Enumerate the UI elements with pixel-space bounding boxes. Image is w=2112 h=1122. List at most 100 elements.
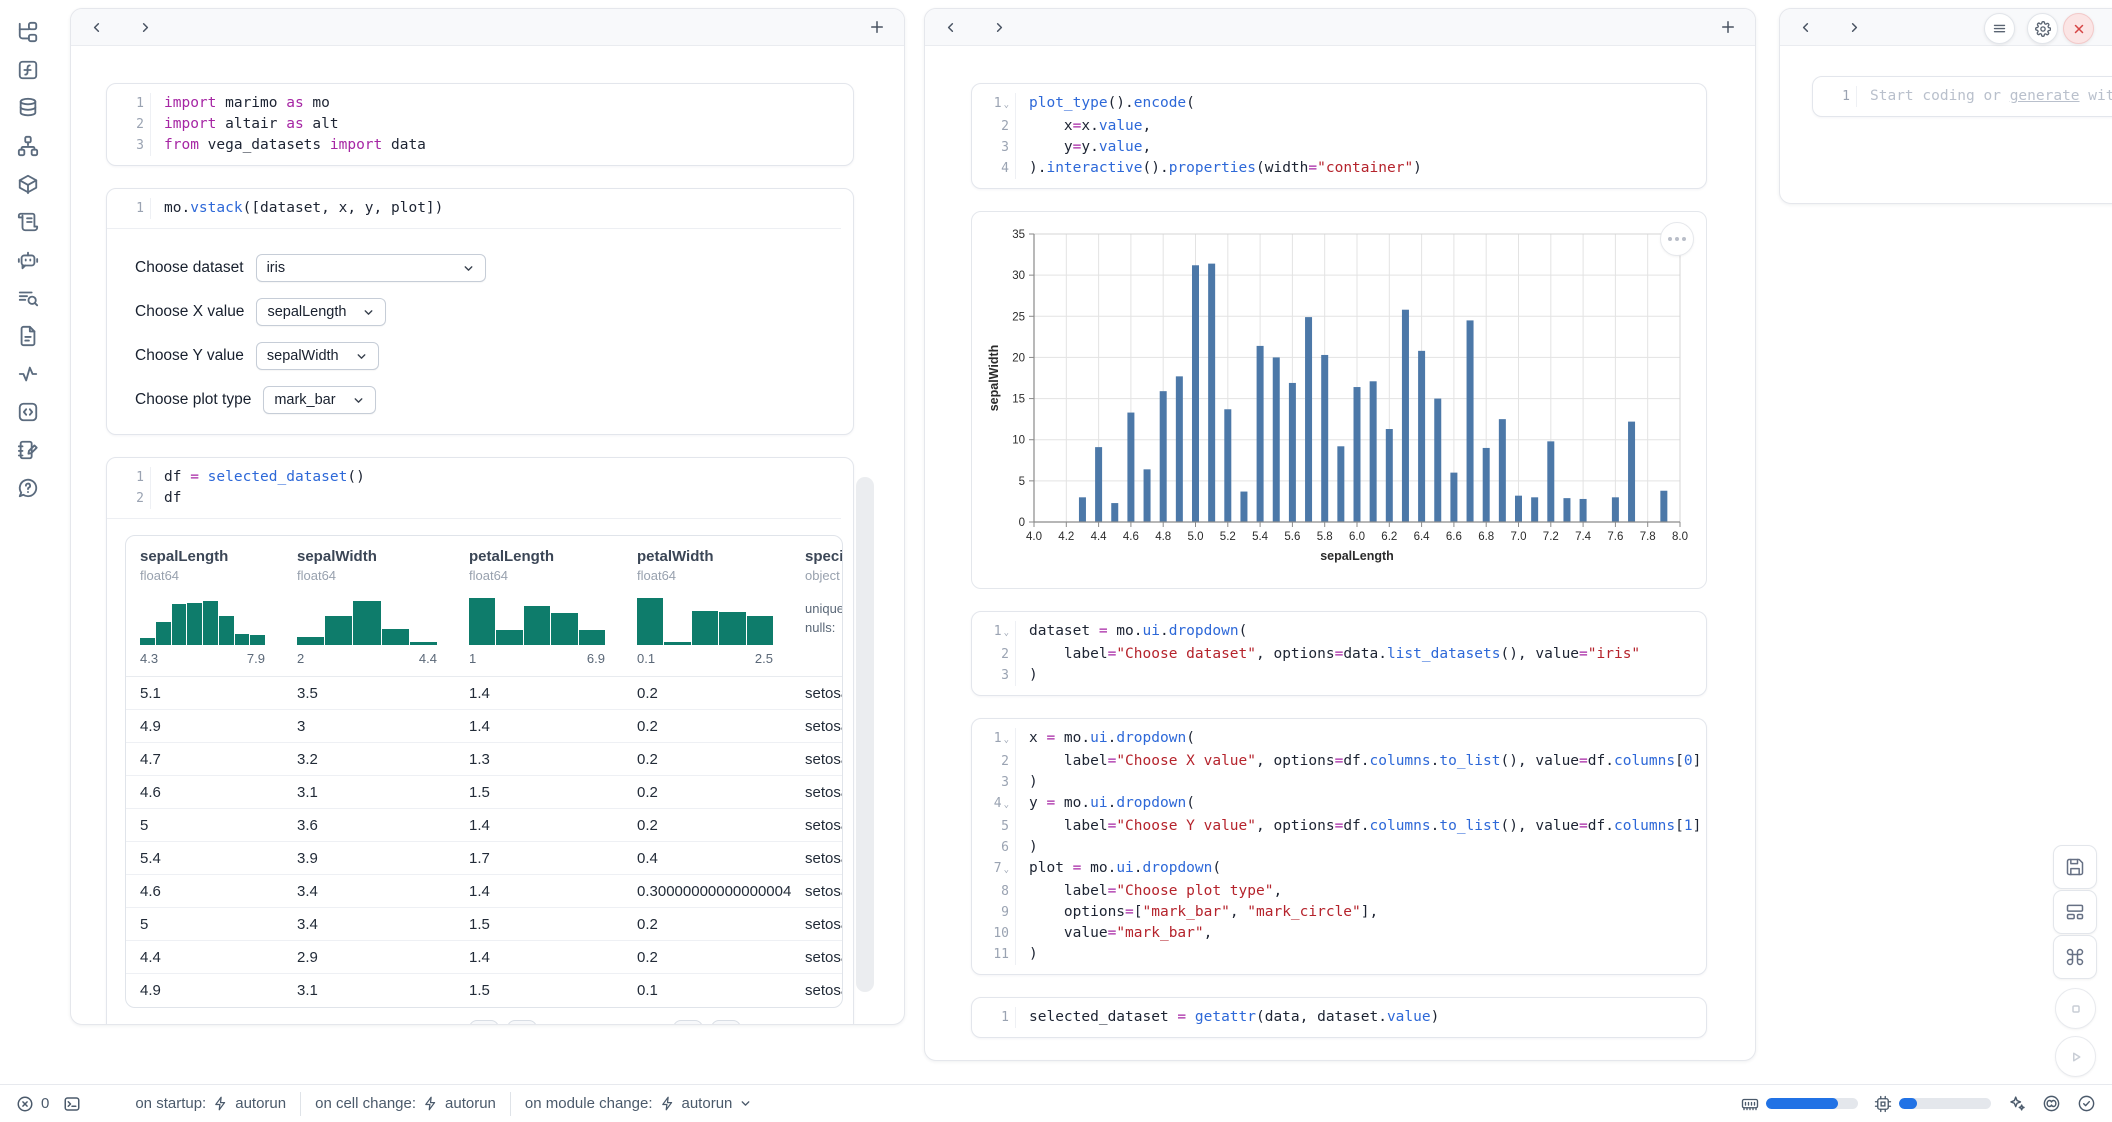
svg-text:4.0: 4.0: [1026, 531, 1042, 543]
runtime-on-startup[interactable]: on startup: autorun: [135, 1095, 286, 1112]
chevron-right-icon[interactable]: [1847, 20, 1862, 35]
stop-icon[interactable]: [2055, 988, 2096, 1029]
fold-chevron-icon[interactable]: ⌄: [1004, 100, 1009, 110]
connection-status[interactable]: [2077, 1094, 2096, 1113]
copilot-button[interactable]: [2042, 1094, 2061, 1113]
chevron-down-icon: [739, 1097, 752, 1110]
column-header[interactable]: petalLengthfloat6416.9: [455, 548, 623, 676]
cell-empty-editor[interactable]: 1Start coding or generate with AI: [1812, 76, 2112, 117]
line-number: 2: [107, 114, 151, 135]
column-name: sepalWidth: [297, 548, 455, 565]
errors-indicator[interactable]: 0: [16, 1095, 49, 1113]
status-bar: 0 on startup: autorun on cell change: au…: [0, 1084, 2112, 1122]
panel-header: [925, 9, 1755, 46]
help-icon[interactable]: [16, 476, 40, 500]
fold-chevron-icon[interactable]: ⌄: [1004, 628, 1009, 638]
chevron-left-icon[interactable]: [943, 20, 958, 35]
code-square-icon[interactable]: [16, 400, 40, 424]
dataset-dropdown[interactable]: iris: [256, 254, 486, 282]
last-page-button[interactable]: [711, 1020, 741, 1024]
gear-icon[interactable]: [2027, 13, 2058, 44]
line-number: 2: [972, 116, 1016, 137]
code-editor[interactable]: 1import marimo as mo2import altair as al…: [107, 93, 841, 156]
datasources-icon[interactable]: [16, 96, 40, 120]
packages-icon[interactable]: [16, 172, 40, 196]
cell-vstack[interactable]: 1mo.vstack([dataset, x, y, plot]) Choose…: [106, 188, 854, 435]
fold-chevron-icon[interactable]: ⌄: [1004, 800, 1009, 810]
code-line: 2 x=x.value,: [972, 116, 1694, 137]
column-header[interactable]: speciesobjectunique:nulls:: [791, 548, 843, 676]
snippets-icon[interactable]: [16, 324, 40, 348]
line-number: 2: [107, 488, 151, 509]
first-page-button[interactable]: [469, 1020, 499, 1024]
tracing-icon[interactable]: [16, 362, 40, 386]
fold-chevron-icon[interactable]: ⌄: [1004, 735, 1009, 745]
runtime-on-cell-change[interactable]: on cell change: autorun: [315, 1095, 496, 1112]
code-editor[interactable]: 1⌄x = mo.ui.dropdown(2 label="Choose X v…: [972, 728, 1694, 965]
chevron-right-icon[interactable]: [138, 20, 153, 35]
save-icon[interactable]: [2053, 845, 2097, 889]
code-editor[interactable]: 1⌄plot_type().encode(2 x=x.value,3 y=y.v…: [972, 93, 1694, 179]
on-module-change-label: on module change:: [525, 1095, 653, 1112]
column-dtype: float64: [297, 568, 455, 583]
list-search-icon[interactable]: [16, 286, 40, 310]
cell-plot-encode[interactable]: 1⌄plot_type().encode(2 x=x.value,3 y=y.v…: [971, 83, 1707, 189]
terminal-button[interactable]: [63, 1095, 81, 1113]
table-row: 4.63.41.40.30000000000000004setosa: [126, 875, 842, 908]
cell-selected-dataset[interactable]: 1selected_dataset = getattr(data, datase…: [971, 997, 1707, 1038]
column-header[interactable]: sepalLengthfloat644.37.9: [126, 548, 283, 676]
chat-icon[interactable]: [16, 248, 40, 272]
column-dtype: float64: [637, 568, 791, 583]
layout-icon[interactable]: [2053, 890, 2097, 934]
column-header[interactable]: sepalWidthfloat6424.4: [283, 548, 455, 676]
histogram-range: 16.9: [469, 651, 605, 666]
dependency-graph-icon[interactable]: [16, 134, 40, 158]
cell-imports[interactable]: 1import marimo as mo2import altair as al…: [106, 83, 854, 166]
add-cell-icon[interactable]: [868, 18, 886, 36]
ai-assist-button[interactable]: [2007, 1094, 2026, 1113]
hamburger-menu-icon[interactable]: [1984, 13, 2015, 44]
chevron-left-icon[interactable]: [1798, 20, 1813, 35]
notebook-column-middle: 1⌄plot_type().encode(2 x=x.value,3 y=y.v…: [924, 8, 1756, 1061]
table-cell: 1.7: [455, 850, 623, 867]
scratchpad-icon[interactable]: [16, 438, 40, 462]
on-cell-change-label: on cell change:: [315, 1095, 416, 1112]
chevron-left-icon[interactable]: [89, 20, 104, 35]
cpu-meter: [1899, 1098, 1991, 1109]
fold-chevron-icon[interactable]: ⌄: [1004, 865, 1009, 875]
prev-page-button[interactable]: [507, 1020, 537, 1024]
column-header[interactable]: petalWidthfloat640.12.5: [623, 548, 791, 676]
run-icon[interactable]: [2055, 1036, 2096, 1077]
code-editor[interactable]: 1Start coding or generate with AI: [1813, 86, 2109, 107]
runtime-on-module-change[interactable]: on module change: autorun: [525, 1095, 752, 1112]
code-editor[interactable]: 1selected_dataset = getattr(data, datase…: [972, 1007, 1694, 1028]
command-icon[interactable]: [2053, 935, 2097, 979]
altair-bar-chart[interactable]: 4.04.24.44.64.85.05.25.45.65.86.06.26.46…: [984, 220, 1690, 576]
chart-menu-button[interactable]: [1660, 222, 1694, 256]
panel-scrollbar[interactable]: [856, 477, 874, 992]
chevron-right-icon[interactable]: [992, 20, 1007, 35]
code-editor[interactable]: 1mo.vstack([dataset, x, y, plot]): [107, 198, 841, 219]
add-cell-icon[interactable]: [1719, 18, 1737, 36]
file-tree-icon[interactable]: [16, 20, 40, 44]
close-icon[interactable]: [2063, 13, 2094, 44]
code-editor[interactable]: 1df = selected_dataset()2df: [107, 467, 841, 509]
code-line: 1⌄dataset = mo.ui.dropdown(: [972, 621, 1694, 644]
meta-line: nulls:: [805, 618, 843, 637]
svg-text:4.6: 4.6: [1123, 531, 1139, 543]
line-number: 1: [1813, 86, 1857, 107]
cell-xy-plot-dropdowns[interactable]: 1⌄x = mo.ui.dropdown(2 label="Choose X v…: [971, 718, 1707, 975]
next-page-button[interactable]: [673, 1020, 703, 1024]
plot-type-dropdown[interactable]: mark_bar: [263, 386, 375, 414]
logs-icon[interactable]: [16, 210, 40, 234]
code-editor[interactable]: 1⌄dataset = mo.ui.dropdown(2 label="Choo…: [972, 621, 1694, 686]
variables-icon[interactable]: [16, 58, 40, 82]
y-value-dropdown[interactable]: sepalWidth: [256, 342, 379, 370]
x-value-dropdown[interactable]: sepalLength: [256, 298, 386, 326]
memory-icon: [1741, 1095, 1759, 1113]
cell-dataframe[interactable]: 1df = selected_dataset()2df sepalLengthf…: [106, 457, 854, 1024]
svg-text:6.6: 6.6: [1446, 531, 1462, 543]
cell-dataset-dropdown[interactable]: 1⌄dataset = mo.ui.dropdown(2 label="Choo…: [971, 611, 1707, 696]
on-startup-label: on startup:: [135, 1095, 206, 1112]
line-number: 8: [972, 881, 1016, 902]
